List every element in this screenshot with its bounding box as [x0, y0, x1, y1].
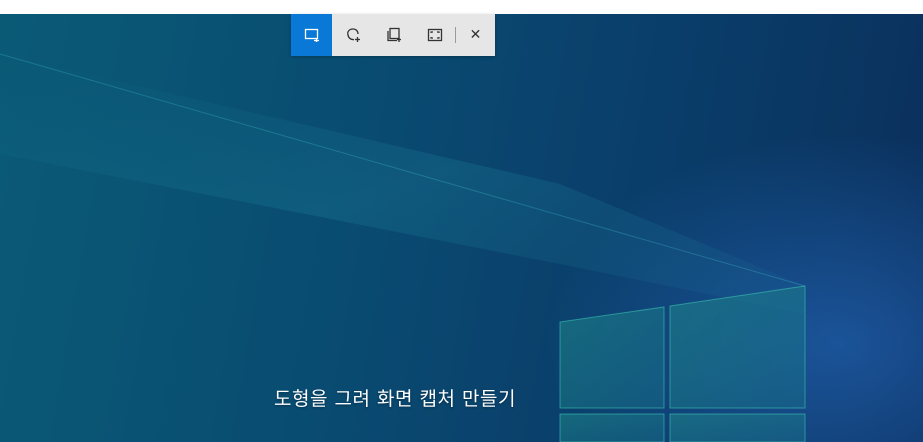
- close-button[interactable]: ✕: [456, 14, 495, 56]
- freeform-snip-button[interactable]: [332, 14, 373, 56]
- wallpaper-windows-logo: [0, 53, 806, 442]
- window-snip-icon: [386, 27, 401, 42]
- snip-toolbar: ✕: [291, 14, 495, 56]
- rectangle-snip-icon: [304, 28, 319, 42]
- desktop-wallpaper: [0, 14, 923, 442]
- close-icon: ✕: [469, 27, 482, 43]
- window-snip-button[interactable]: [373, 14, 414, 56]
- top-white-strip: [0, 0, 923, 14]
- rectangle-snip-button[interactable]: [291, 14, 332, 56]
- snip-instruction-text: 도형을 그려 화면 캡처 만들기: [274, 388, 516, 410]
- fullscreen-snip-icon: [427, 28, 442, 42]
- fullscreen-snip-button[interactable]: [414, 14, 455, 56]
- freeform-snip-icon: [346, 28, 360, 42]
